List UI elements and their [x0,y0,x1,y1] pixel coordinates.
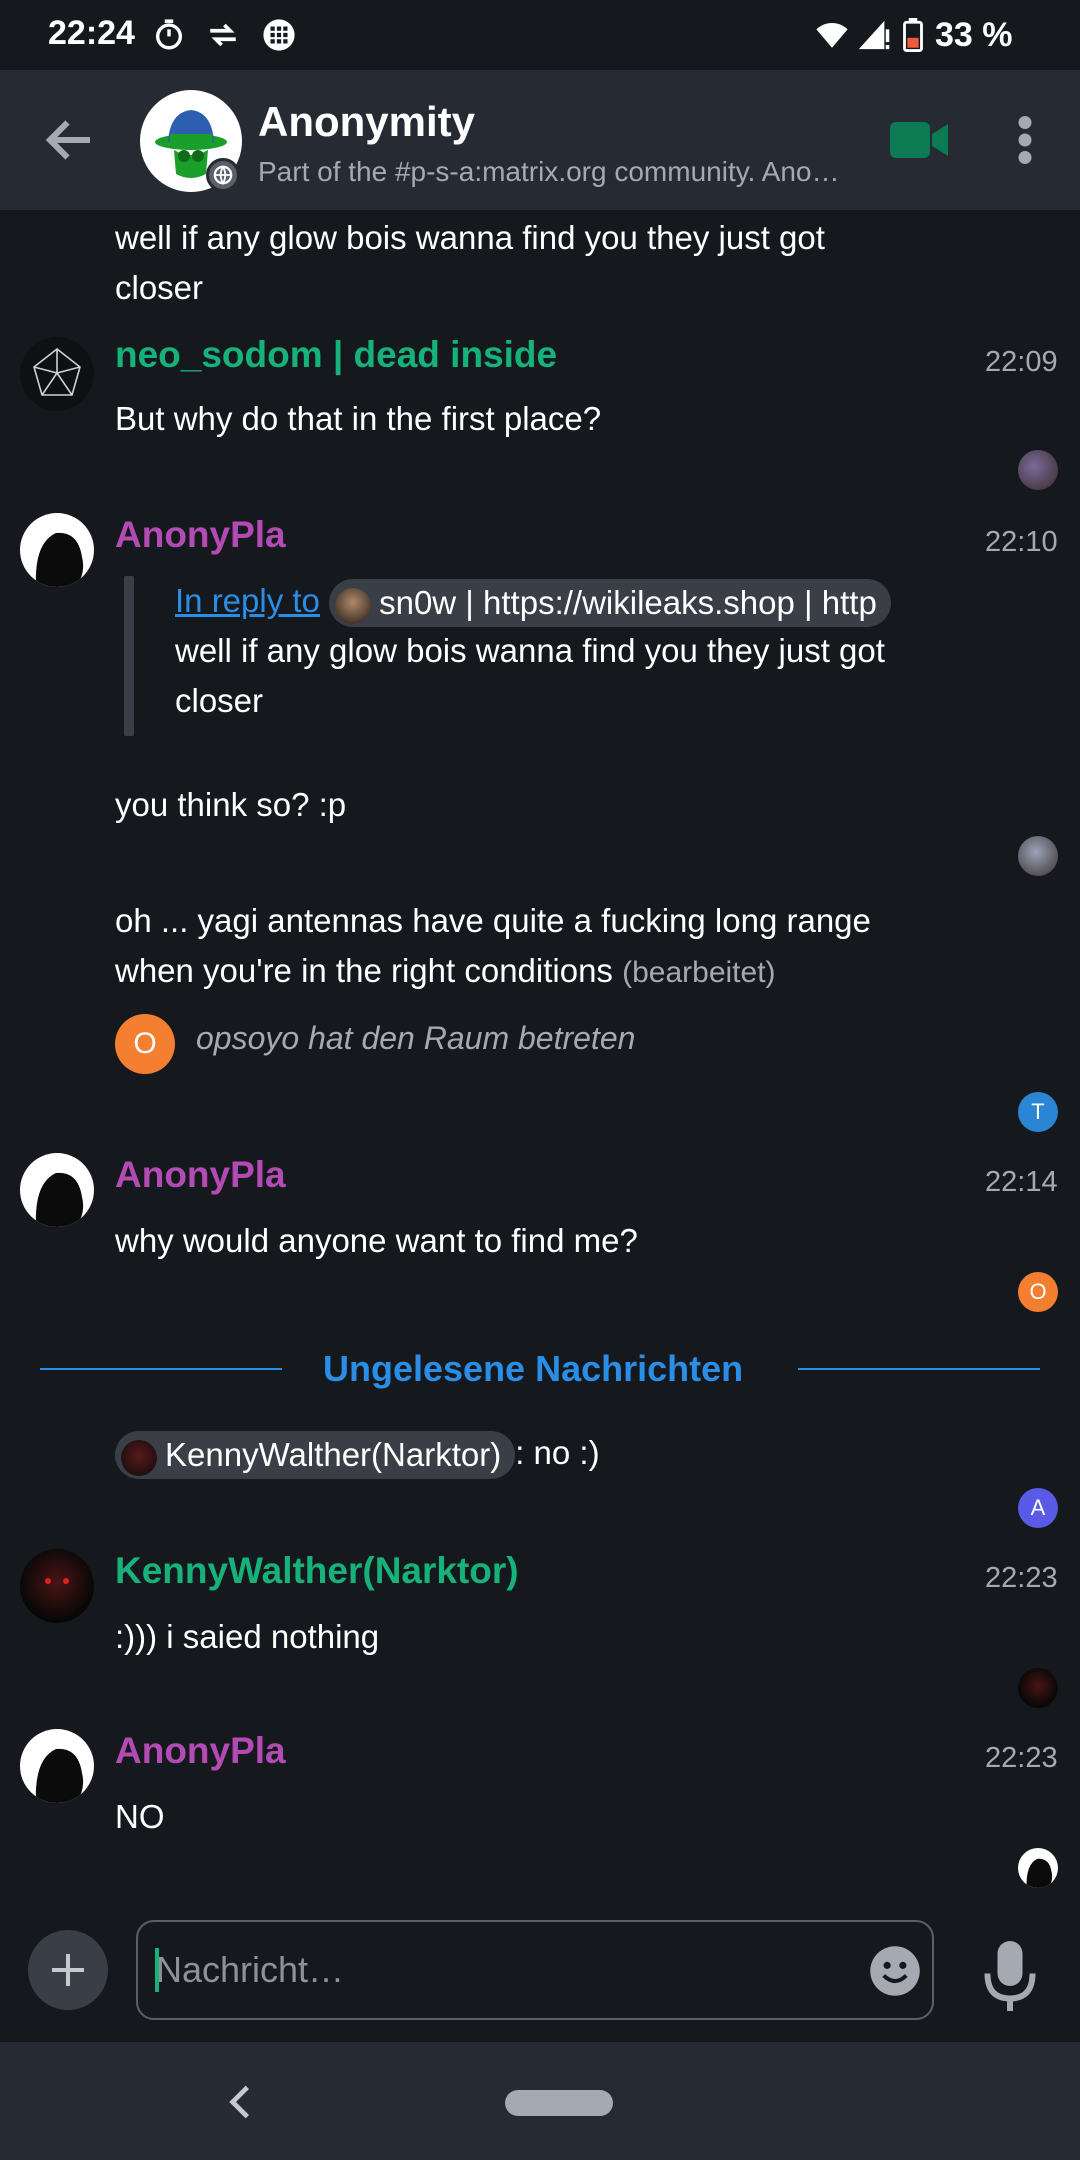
sender-name[interactable]: KennyWalther(Narktor) [115,1550,519,1592]
user-pill[interactable]: sn0w | https://wikileaks.shop | http [329,579,891,628]
data-saver-icon [210,23,236,47]
add-attachment-button[interactable] [28,1930,108,2010]
message-body: you think so? :p [115,786,347,823]
grid-app-icon [263,19,295,51]
back-button[interactable] [40,110,100,170]
voice-message-button[interactable] [980,1936,1040,2016]
message-body: :))) i saied nothing [115,1618,380,1655]
message-body: oh ... yagi antennas have quite a fuckin… [115,896,955,998]
room-header: Anonymity Part of the #p-s-a:matrix.org … [0,70,1080,210]
reply-user: sn0w | https://wikileaks.shop | http [379,584,877,622]
read-receipt-avatar[interactable]: T [1018,1092,1058,1132]
read-receipt-avatar[interactable]: A [1018,1488,1058,1528]
message-timestamp: 22:23 [985,1562,1058,1594]
message-timeline[interactable]: well if any glow bois wanna find you the… [0,210,1080,1910]
unread-divider-right [798,1368,1040,1370]
message-timestamp: 22:23 [985,1742,1058,1774]
arrow-left-icon [45,120,90,160]
message-timestamp: 22:10 [985,526,1058,558]
battery-low-icon [903,18,923,52]
avatar[interactable] [20,1549,94,1623]
pill-avatar [335,587,372,624]
text-cursor [155,1948,159,1992]
status-time: 22:24 [48,14,135,52]
nav-back-button[interactable] [220,2080,260,2124]
sender-name[interactable]: AnonyPla [115,1730,286,1772]
message-timestamp: 22:09 [985,346,1058,378]
read-receipt-avatar[interactable] [1018,836,1058,876]
reply-header: In reply to sn0w | https://wikileaks.sho… [175,576,965,628]
unread-divider-left [40,1368,282,1370]
avatar[interactable] [20,337,94,411]
emoji-button[interactable] [868,1944,922,1998]
nav-home-pill[interactable] [505,2090,613,2116]
timer-icon [155,19,183,50]
reply-quote-bar [124,576,134,736]
smiley-icon [870,1946,920,1996]
mention-user: KennyWalther(Narktor) [165,1436,502,1474]
message-body: NO [115,1798,165,1835]
room-topic[interactable]: Part of the #p-s-a:matrix.org community.… [258,156,848,188]
avatar[interactable] [20,513,94,587]
message-input[interactable] [136,1920,934,2020]
pill-avatar [121,1439,157,1476]
more-vert-icon [1018,116,1032,164]
battery-percentage: 33 % [935,16,1013,54]
video-call-button[interactable] [890,118,950,162]
microphone-icon [984,1941,1036,2011]
edited-label: (bearbeitet) [622,956,776,989]
message-body: well if any glow bois wanna find you the… [115,219,825,306]
message-body: why would anyone want to find me? [115,1222,638,1259]
wifi-icon [816,22,848,48]
globe-icon [206,158,240,192]
read-receipt-avatar[interactable] [1018,1668,1058,1708]
nav-back-icon [229,2085,250,2119]
more-options-button[interactable] [1000,110,1050,170]
message-timestamp: 22:14 [985,1166,1058,1198]
read-receipt-avatar[interactable]: O [1018,1272,1058,1312]
status-bar: 22:24 33 % [0,0,1080,70]
plus-icon [52,1954,84,1986]
avatar[interactable] [20,1729,94,1803]
sender-name[interactable]: AnonyPla [115,1154,286,1196]
read-receipt-avatar[interactable] [1018,450,1058,490]
user-pill[interactable]: KennyWalther(Narktor) [115,1431,516,1480]
avatar[interactable] [20,1153,94,1227]
composer [0,1908,1080,2042]
membership-event: opsoyo hat den Raum betreten [196,1020,636,1056]
system-navigation-bar [0,2042,1080,2160]
message-text: : no :) [515,1434,600,1471]
reply-text: well if any glow bois wanna find you the… [175,632,885,719]
signal-icon [858,20,890,50]
message-body: KennyWalther(Narktor) : no :) [115,1428,600,1480]
unread-divider-label: Ungelesene Nachrichten [323,1348,744,1389]
video-camera-icon [890,122,948,158]
sender-name[interactable]: neo_sodom | dead inside [115,334,557,376]
read-receipt-avatar[interactable] [1018,1848,1058,1888]
in-reply-to-link[interactable]: In reply to [175,582,320,619]
event-avatar[interactable]: O [115,1014,175,1074]
sender-name[interactable]: AnonyPla [115,514,286,556]
room-title[interactable]: Anonymity [258,98,475,146]
message-body: But why do that in the first place? [115,400,602,437]
